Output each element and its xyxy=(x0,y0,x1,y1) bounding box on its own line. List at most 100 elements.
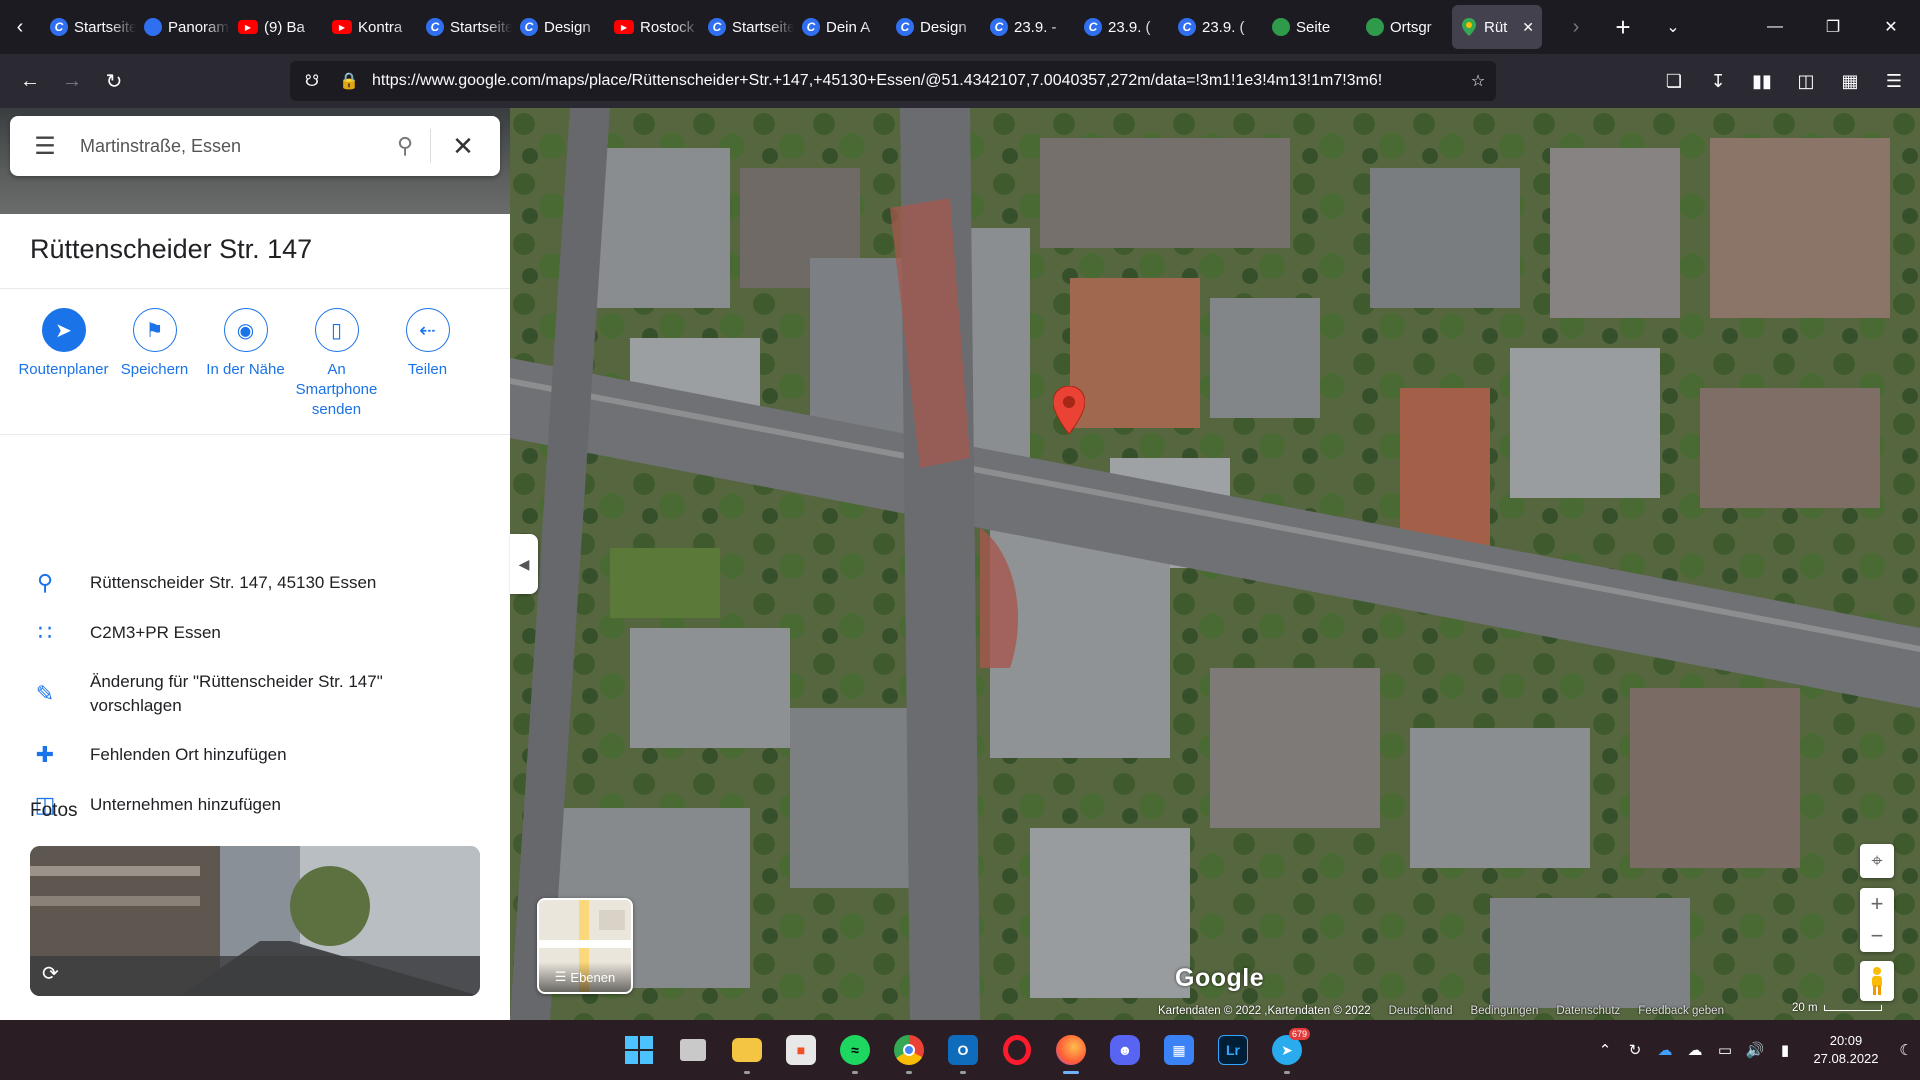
browser-tab[interactable]: Panorama xyxy=(136,5,230,49)
discord-icon: ☻ xyxy=(1110,1035,1140,1065)
volume-icon[interactable]: 🔊 xyxy=(1740,1041,1770,1059)
menu-icon[interactable]: ☰ xyxy=(1874,61,1914,101)
action-bookmark[interactable]: ⚑ Speichern xyxy=(109,308,200,420)
telegram-button[interactable]: ➤ 679 xyxy=(1260,1020,1314,1080)
map-pin-icon[interactable] xyxy=(1053,386,1085,434)
running-indicator xyxy=(852,1071,858,1074)
calendar-button[interactable]: ▦ xyxy=(1152,1020,1206,1080)
map-scale[interactable]: 20 m xyxy=(1792,1002,1882,1014)
browser-tab[interactable]: C Design xyxy=(888,5,982,49)
close-window-button[interactable]: ✕ xyxy=(1862,0,1920,54)
action-send-to-phone[interactable]: ▯ An Smartphone senden xyxy=(291,308,382,420)
url-text[interactable]: https://www.google.com/maps/place/Rütten… xyxy=(372,72,1460,90)
explorer-button[interactable] xyxy=(720,1020,774,1080)
action-share[interactable]: ⇠ Teilen xyxy=(382,308,473,420)
opera-icon xyxy=(1003,1035,1031,1065)
browser-tab[interactable]: ▶ Kontra xyxy=(324,5,418,49)
browser-tab[interactable]: ▶ Rostock xyxy=(606,5,700,49)
zoom-in-button[interactable]: + xyxy=(1871,888,1884,920)
sync-icon[interactable]: ↻ xyxy=(1620,1041,1650,1059)
action-nearby[interactable]: ◉ In der Nähe xyxy=(200,308,291,420)
start-button[interactable] xyxy=(612,1020,666,1080)
spotify-button[interactable]: ≈ xyxy=(828,1020,882,1080)
scroll-tabs-right-icon[interactable]: › xyxy=(1556,7,1596,47)
browser-tab[interactable]: C 23.9. ( xyxy=(1076,5,1170,49)
send-to-phone-icon[interactable]: ▯ xyxy=(314,308,359,352)
firefox-button[interactable] xyxy=(1044,1020,1098,1080)
outlook-button[interactable]: O xyxy=(936,1020,990,1080)
info-row-location-pin[interactable]: ⚲ Rüttenscheider Str. 147, 45130 Essen xyxy=(0,558,510,608)
search-input[interactable] xyxy=(80,135,380,157)
collapse-panel-button[interactable]: ◀ xyxy=(510,534,538,594)
close-tab-icon[interactable]: ✕ xyxy=(1522,19,1534,36)
minimize-button[interactable]: — xyxy=(1746,0,1804,54)
url-bar[interactable]: ☋ 🔒 https://www.google.com/maps/place/Rü… xyxy=(290,61,1496,101)
feedback-link[interactable]: Feedback geben xyxy=(1638,1005,1724,1017)
new-tab-button[interactable]: + xyxy=(1596,7,1650,47)
display-icon[interactable]: ▭ xyxy=(1710,1041,1740,1059)
menu-icon[interactable]: ☰ xyxy=(10,132,80,161)
browser-tab[interactable]: C Startseite xyxy=(700,5,794,49)
satellite-map[interactable]: ▦ L xyxy=(510,108,1920,1020)
browser-tab[interactable]: C 23.9. - xyxy=(982,5,1076,49)
discord-button[interactable]: ☻ xyxy=(1098,1020,1152,1080)
street-view-photo[interactable]: ⟳ xyxy=(30,846,480,996)
info-row-add-place[interactable]: ✚ Fehlenden Ort hinzufügen xyxy=(0,730,510,780)
library-icon[interactable]: ▮▮ xyxy=(1742,61,1782,101)
bookmark-icon[interactable]: ⚑ xyxy=(132,308,177,352)
terms-link[interactable]: Bedingungen xyxy=(1471,1005,1539,1017)
browser-tab[interactable]: Seite xyxy=(1264,5,1358,49)
forward-button[interactable]: → xyxy=(52,61,92,101)
battery-icon[interactable]: ▮ xyxy=(1770,1041,1800,1059)
reload-button[interactable]: ↻ xyxy=(94,61,134,101)
browser-tab[interactable]: ▶ (9) Ba xyxy=(230,5,324,49)
shield-icon[interactable]: ☋ xyxy=(290,71,334,91)
directions-icon[interactable]: ➤ xyxy=(41,308,86,352)
tab-strip: C Startseite Panorama ▶ (9) Ba ▶ Kontra C Starts… xyxy=(42,5,1542,49)
privacy-link[interactable]: Datenschutz xyxy=(1556,1005,1620,1017)
info-row-pencil[interactable]: ✎ Änderung für "Rüttenscheider Str. 147" … xyxy=(0,658,510,730)
sidebar-icon[interactable]: ◫ xyxy=(1786,61,1826,101)
attribution-map-data[interactable]: Kartendaten © 2022 ,Kartendaten © 2022 xyxy=(1158,1005,1371,1017)
nearby-icon[interactable]: ◉ xyxy=(223,308,268,352)
layers-button[interactable]: ☰ Ebenen xyxy=(537,898,633,994)
tab-label: Design xyxy=(544,18,591,36)
running-indicator xyxy=(906,1071,912,1074)
task-view-button[interactable] xyxy=(666,1020,720,1080)
lightroom-button[interactable]: Lr xyxy=(1206,1020,1260,1080)
show-hidden-icons-icon[interactable]: ⌃ xyxy=(1590,1041,1620,1059)
browser-tab[interactable]: C Startseite xyxy=(418,5,512,49)
tab-list-back-icon[interactable]: ‹ xyxy=(0,7,40,47)
place-hero-image[interactable]: ☰ ⚲ ✕ xyxy=(0,108,510,214)
notifications-icon[interactable]: ☾ xyxy=(1892,1041,1920,1059)
restore-button[interactable]: ❐ xyxy=(1804,0,1862,54)
close-icon[interactable]: ✕ xyxy=(431,131,495,162)
pocket-icon[interactable]: ❏ xyxy=(1654,61,1694,101)
bookmark-star-icon[interactable]: ☆ xyxy=(1460,71,1496,91)
info-row-plus-code[interactable]: ∷ C2M3+PR Essen xyxy=(0,608,510,658)
zoom-out-button[interactable]: − xyxy=(1871,920,1884,952)
browser-tab[interactable]: C Dein A xyxy=(794,5,888,49)
browser-tab[interactable]: C Startseite xyxy=(42,5,136,49)
my-location-button[interactable]: ⌖ xyxy=(1860,844,1894,878)
pegman-icon[interactable] xyxy=(1860,961,1894,1001)
firefox-icon xyxy=(1056,1035,1086,1065)
onedrive-icon[interactable]: ☁ xyxy=(1650,1041,1680,1059)
opera-button[interactable] xyxy=(990,1020,1044,1080)
chrome-button[interactable] xyxy=(882,1020,936,1080)
browser-tab[interactable]: Ortsgr xyxy=(1358,5,1452,49)
share-icon[interactable]: ⇠ xyxy=(405,308,450,352)
clock[interactable]: 20:09 27.08.2022 xyxy=(1800,1032,1892,1068)
browser-tab-active[interactable]: Rüt ✕ xyxy=(1452,5,1542,49)
cloud-icon[interactable]: ☁ xyxy=(1680,1041,1710,1059)
extension-icon[interactable]: ▦ xyxy=(1830,61,1870,101)
action-directions[interactable]: ➤ Routenplaner xyxy=(18,308,109,420)
list-all-tabs-button[interactable]: ⌄ xyxy=(1650,7,1696,47)
downloads-icon[interactable]: ↧ xyxy=(1698,61,1738,101)
lock-icon[interactable]: 🔒 xyxy=(334,71,364,91)
back-button[interactable]: ← xyxy=(10,61,50,101)
browser-tab[interactable]: C Design xyxy=(512,5,606,49)
search-icon[interactable]: ⚲ xyxy=(380,133,430,159)
browser-tab[interactable]: C 23.9. ( xyxy=(1170,5,1264,49)
store-button[interactable]: ■ xyxy=(774,1020,828,1080)
